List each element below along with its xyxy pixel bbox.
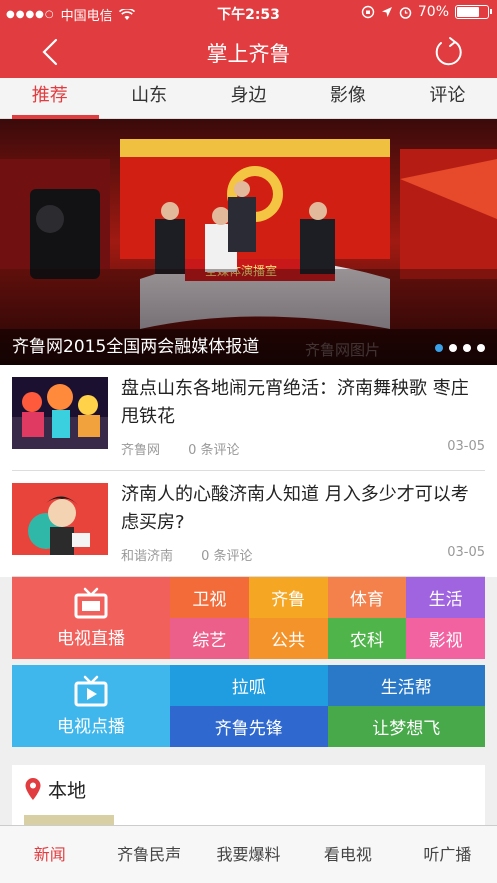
news-item[interactable]: 济南人的心酸济南人知道 月入多少才可以考虑买房? 和谐济南 0 条评论 03-0… bbox=[12, 471, 485, 577]
bottom-tab-watch-tv[interactable]: 看电视 bbox=[298, 826, 397, 883]
news-date: 03-05 bbox=[447, 439, 485, 454]
news-meta: 和谐济南 0 条评论 03-05 bbox=[121, 545, 485, 564]
channel-qilu[interactable]: 齐鲁 bbox=[248, 577, 328, 618]
channel-life[interactable]: 生活 bbox=[406, 577, 485, 618]
news-comment-count: 0 条评论 bbox=[188, 443, 240, 458]
bottom-tab-bar: 新闻 齐鲁民声 我要爆料 看电视 听广播 bbox=[0, 825, 497, 883]
news-item[interactable]: 盘点山东各地闹元宵绝活：济南舞秧歌 枣庄甩铁花 齐鲁网 0 条评论 03-05 bbox=[12, 365, 485, 471]
vod-row: 电视点播 拉呱 生活帮 齐鲁先锋 让梦想飞 bbox=[12, 665, 485, 747]
hero-banner[interactable]: 全媒体演播室 齐鲁网图片 齐鲁网2015全国两会融媒体报道 bbox=[0, 119, 497, 365]
news-thumbnail bbox=[12, 483, 108, 555]
live-tv-button[interactable]: 电视直播 bbox=[12, 577, 170, 659]
status-bar: ●●●●○ 中国电信 下午2:53 70% bbox=[0, 0, 497, 26]
tv-grid: 电视直播 卫视 齐鲁 体育 生活 综艺 公共 农科 影视 电视点播 拉呱 生活帮… bbox=[12, 577, 485, 753]
vod-label: 电视点播 bbox=[57, 717, 125, 737]
tab-comments[interactable]: 评论 bbox=[398, 78, 497, 118]
tab-shandong[interactable]: 山东 bbox=[99, 78, 198, 118]
local-section[interactable]: 本地 bbox=[12, 765, 485, 827]
battery-icon bbox=[455, 5, 492, 19]
nav-bar: 掌上齐鲁 bbox=[0, 26, 497, 78]
refresh-icon[interactable] bbox=[431, 34, 467, 70]
play-tv-icon bbox=[74, 675, 108, 707]
vod-button[interactable]: 电视点播 bbox=[12, 665, 170, 747]
live-row: 电视直播 卫视 齐鲁 体育 生活 综艺 公共 农科 影视 bbox=[12, 577, 485, 659]
program-lagua[interactable]: 拉呱 bbox=[170, 665, 328, 706]
news-list: 盘点山东各地闹元宵绝活：济南舞秧歌 枣庄甩铁花 齐鲁网 0 条评论 03-05 … bbox=[0, 365, 497, 577]
tv-icon bbox=[74, 587, 108, 619]
channel-public[interactable]: 公共 bbox=[248, 618, 328, 659]
carousel-dot[interactable] bbox=[435, 344, 443, 352]
rotation-lock-icon bbox=[361, 5, 375, 19]
bottom-tab-radio[interactable]: 听广播 bbox=[398, 826, 497, 883]
carousel-dot[interactable] bbox=[449, 344, 457, 352]
channel-agriculture[interactable]: 农科 bbox=[327, 618, 407, 659]
program-qilu-pioneer[interactable]: 齐鲁先锋 bbox=[170, 706, 328, 747]
tab-nearby[interactable]: 身边 bbox=[199, 78, 298, 118]
tab-recommend[interactable]: 推荐 bbox=[0, 78, 100, 119]
vod-programs: 拉呱 生活帮 齐鲁先锋 让梦想飞 bbox=[170, 665, 485, 747]
channel-variety[interactable]: 综艺 bbox=[170, 618, 249, 659]
alarm-icon bbox=[399, 6, 412, 19]
hero-caption: 齐鲁网2015全国两会融媒体报道 bbox=[0, 329, 497, 365]
tab-images[interactable]: 影像 bbox=[298, 78, 397, 118]
page-title: 掌上齐鲁 bbox=[206, 42, 291, 66]
bottom-tab-news[interactable]: 新闻 bbox=[0, 826, 99, 883]
news-source: 和谐济南 bbox=[121, 549, 174, 564]
carousel-dot[interactable] bbox=[477, 344, 485, 352]
channel-sports[interactable]: 体育 bbox=[327, 577, 407, 618]
news-comment-count: 0 条评论 bbox=[201, 549, 253, 564]
location-icon bbox=[381, 7, 392, 17]
status-right: 70% bbox=[361, 4, 492, 20]
carousel-indicator[interactable] bbox=[435, 344, 485, 352]
channel-weishi[interactable]: 卫视 bbox=[170, 577, 249, 618]
bottom-tab-public-voice[interactable]: 齐鲁民声 bbox=[99, 826, 198, 883]
news-meta: 齐鲁网 0 条评论 03-05 bbox=[121, 439, 485, 458]
news-source: 齐鲁网 bbox=[121, 443, 161, 458]
live-channels: 卫视 齐鲁 体育 生活 综艺 公共 农科 影视 bbox=[170, 577, 485, 659]
carousel-dot[interactable] bbox=[463, 344, 471, 352]
live-tv-label: 电视直播 bbox=[57, 629, 125, 649]
bottom-tab-report[interactable]: 我要爆料 bbox=[199, 826, 298, 883]
channel-film[interactable]: 影视 bbox=[406, 618, 485, 659]
program-dream[interactable]: 让梦想飞 bbox=[327, 706, 485, 747]
program-shenghuobang[interactable]: 生活帮 bbox=[327, 665, 485, 706]
news-thumbnail bbox=[12, 377, 108, 449]
category-tabs: 推荐 山东 身边 影像 评论 bbox=[0, 78, 497, 119]
location-pin-icon bbox=[25, 778, 41, 800]
local-label: 本地 bbox=[48, 780, 87, 802]
battery-percent: 70% bbox=[417, 4, 449, 20]
news-date: 03-05 bbox=[447, 545, 485, 560]
news-title: 盘点山东各地闹元宵绝活：济南舞秧歌 枣庄甩铁花 bbox=[121, 378, 469, 427]
news-title: 济南人的心酸济南人知道 月入多少才可以考虑买房? bbox=[121, 484, 469, 533]
